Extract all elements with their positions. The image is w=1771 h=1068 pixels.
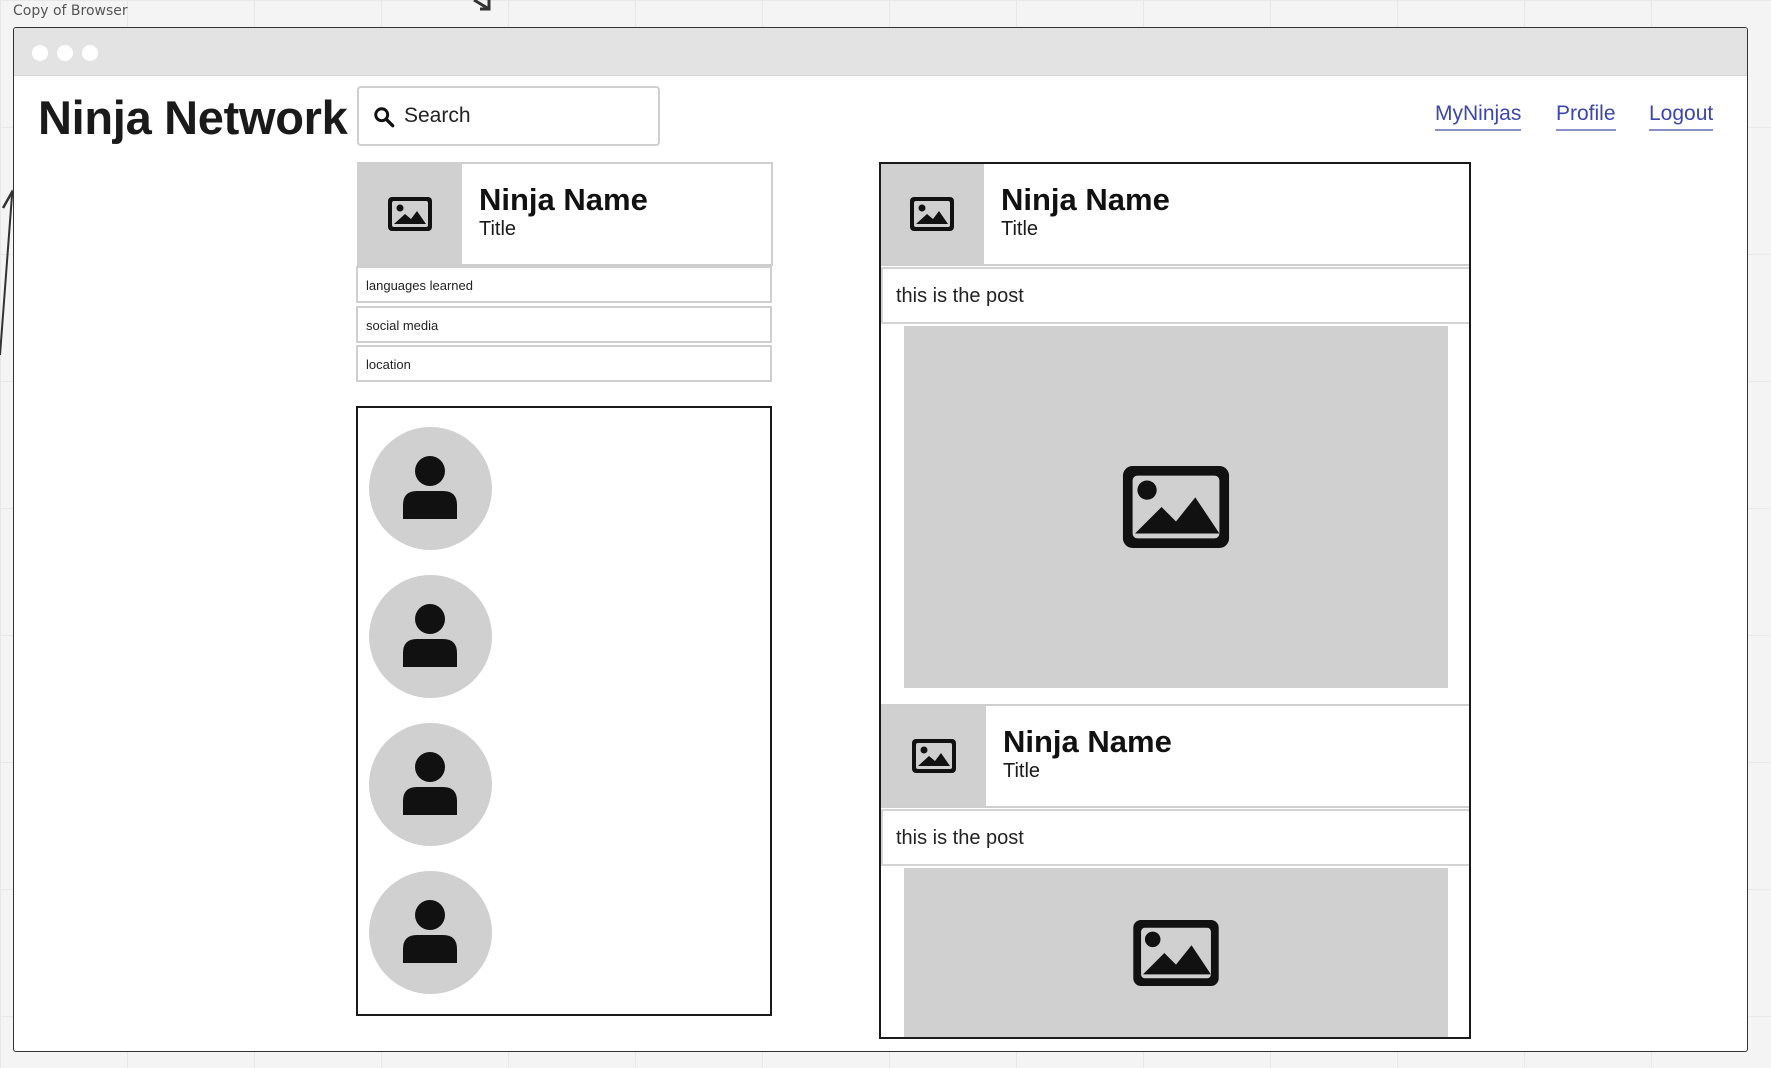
post-text: this is the post [881,267,1469,324]
friend-avatar[interactable] [369,723,492,846]
browser-titlebar [14,28,1747,76]
profile-title: Title [479,218,517,240]
friend-avatar[interactable] [369,575,492,698]
user-avatar-icon [403,604,457,667]
site-logo-title[interactable]: Ninja Network [38,90,348,145]
post-author-title: Title [1003,760,1041,782]
user-avatar-icon [403,456,457,519]
window-dot-maximize[interactable] [82,45,98,61]
search-icon [374,107,395,128]
image-placeholder-icon [912,739,956,773]
nav-link-logout[interactable]: Logout [1649,102,1714,131]
profile-card: Ninja Name Title [357,162,773,266]
image-placeholder-icon [1133,920,1219,986]
post-author-card: Ninja Name Title [881,164,1469,266]
profile-detail-languages[interactable]: languages learned [356,266,772,303]
profile-detail-location[interactable]: location [356,345,772,382]
friend-avatar[interactable] [369,871,492,994]
user-avatar-icon [403,900,457,963]
window-dot-close[interactable] [32,45,48,61]
image-placeholder-icon [1122,466,1230,548]
image-placeholder-icon [388,197,432,231]
post-author-name: Ninja Name [1003,724,1172,759]
profile-detail-social-media[interactable]: social media [356,306,772,343]
user-avatar-icon [403,752,457,815]
window-dot-minimize[interactable] [57,45,73,61]
post-author-title: Title [1001,218,1039,240]
nav-link-myninjas[interactable]: MyNinjas [1435,102,1522,131]
search-input[interactable] [404,98,644,134]
friend-avatar[interactable] [369,427,492,550]
image-placeholder-icon [910,197,954,231]
post-author-card: Ninja Name Title [881,704,1469,808]
post-image-placeholder[interactable] [904,868,1448,1037]
search-box[interactable] [357,86,660,146]
friends-list-panel [356,406,772,1016]
post-author-image-placeholder[interactable] [883,706,986,806]
post-text: this is the post [881,809,1469,866]
post-author-name: Ninja Name [1001,182,1170,217]
post-image-placeholder[interactable] [904,326,1448,688]
post-feed: Ninja Name Title this is the post Ninja … [879,162,1471,1039]
profile-image-placeholder[interactable] [359,164,462,264]
profile-name: Ninja Name [479,182,648,217]
post-author-image-placeholder[interactable] [881,164,984,264]
nav-link-profile[interactable]: Profile [1556,102,1616,131]
